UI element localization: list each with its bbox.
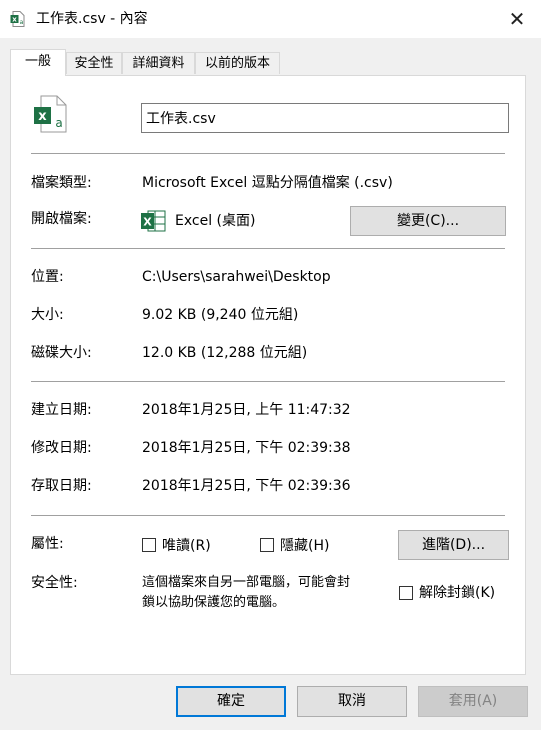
csv-file-large-icon: x a — [34, 95, 67, 133]
unblock-label: 解除封鎖(K) — [419, 585, 496, 601]
unblock-checkbox[interactable] — [399, 586, 413, 600]
separator — [31, 515, 505, 516]
window-title: 工作表.csv - 內容 — [36, 11, 148, 27]
apply-button[interactable]: 套用(A) — [418, 686, 528, 717]
security-text-line1: 這個檔案來自另一部電腦，可能會封 — [142, 575, 351, 590]
close-icon: ✕ — [508, 7, 526, 31]
file-type-label: 檔案類型: — [31, 175, 92, 191]
csv-file-icon: x a — [10, 11, 25, 27]
excel-icon: X — [141, 210, 166, 232]
security-label: 安全性: — [31, 575, 78, 591]
created-value: 2018年1月25日, 上午 11:47:32 — [142, 402, 351, 418]
created-label: 建立日期: — [31, 402, 92, 418]
tab-security[interactable]: 安全性 — [66, 52, 122, 74]
file-type-value: Microsoft Excel 逗點分隔值檔案 (.csv) — [142, 175, 393, 191]
accessed-value: 2018年1月25日, 下午 02:39:36 — [142, 478, 351, 494]
tab-general[interactable]: 一般 — [10, 49, 66, 76]
separator — [31, 381, 505, 382]
cancel-button[interactable]: 取消 — [297, 686, 407, 717]
title-bar: x a 工作表.csv - 內容 ✕ — [0, 0, 541, 38]
security-text-line2: 鎖以協助保護您的電腦。 — [142, 595, 286, 610]
svg-text:a: a — [55, 116, 62, 130]
change-button[interactable]: 變更(C)... — [350, 206, 506, 236]
size-on-disk-label: 磁碟大小: — [31, 345, 92, 361]
hidden-checkbox[interactable] — [260, 538, 274, 552]
separator — [31, 153, 505, 154]
ok-button[interactable]: 確定 — [176, 686, 286, 717]
close-button[interactable]: ✕ — [500, 4, 534, 34]
accessed-label: 存取日期: — [31, 478, 92, 494]
size-label: 大小: — [31, 307, 64, 323]
modified-label: 修改日期: — [31, 440, 92, 456]
opens-with-label: 開啟檔案: — [31, 211, 92, 227]
advanced-button[interactable]: 進階(D)... — [398, 530, 509, 560]
separator — [31, 248, 505, 249]
tab-details[interactable]: 詳細資料 — [122, 52, 195, 74]
modified-value: 2018年1月25日, 下午 02:39:38 — [142, 440, 351, 456]
svg-text:x: x — [38, 109, 47, 124]
readonly-checkbox[interactable] — [142, 538, 156, 552]
opens-with-value: Excel (桌面) — [175, 213, 256, 229]
svg-text:a: a — [20, 19, 24, 26]
tab-previous-versions[interactable]: 以前的版本 — [195, 52, 280, 74]
location-value: C:\Users\sarahwei\Desktop — [142, 269, 331, 285]
svg-text:X: X — [143, 216, 152, 229]
attributes-label: 屬性: — [31, 536, 64, 552]
size-on-disk-value: 12.0 KB (12,288 位元組) — [142, 345, 308, 361]
size-value: 9.02 KB (9,240 位元組) — [142, 307, 299, 323]
readonly-label: 唯讀(R) — [162, 538, 211, 554]
hidden-label: 隱藏(H) — [280, 538, 330, 554]
file-name-input[interactable] — [141, 103, 509, 133]
svg-text:x: x — [12, 16, 17, 24]
general-panel: x a 檔案類型: Microsoft Excel 逗點分隔值檔案 (.csv)… — [10, 75, 526, 675]
location-label: 位置: — [31, 269, 64, 285]
